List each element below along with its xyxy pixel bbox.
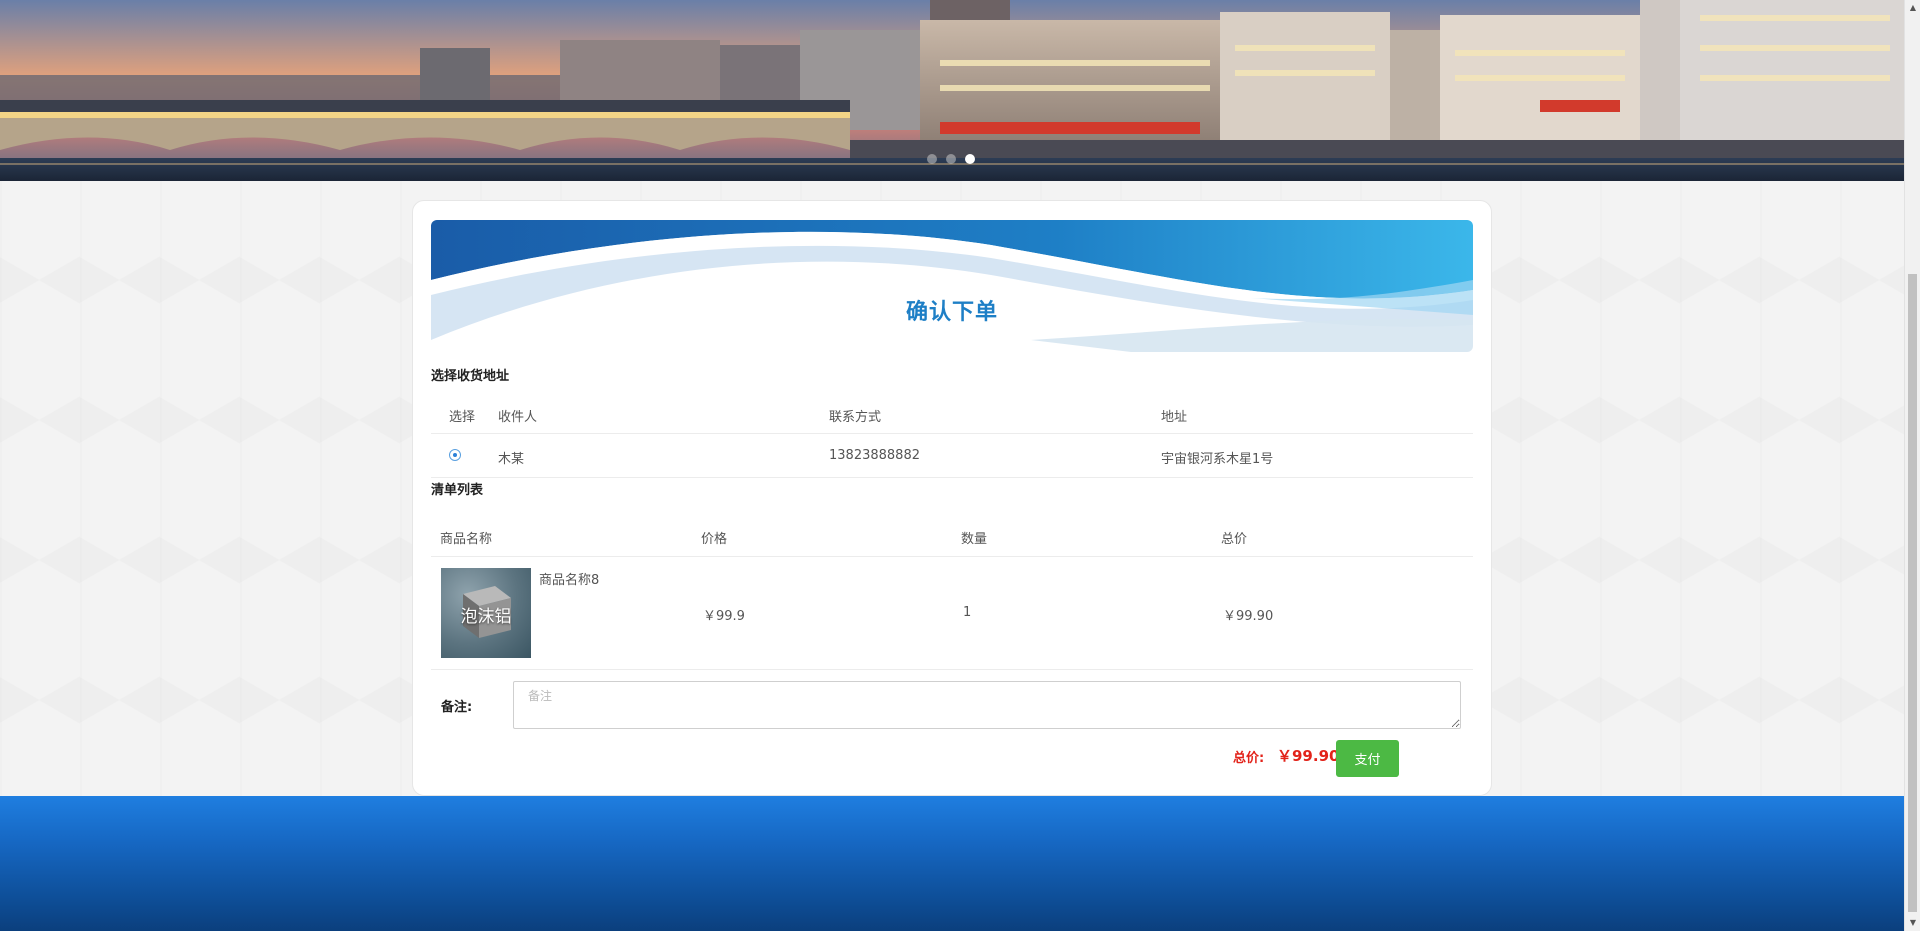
pay-button[interactable]: 支付 bbox=[1336, 740, 1399, 777]
header-price: 价格 bbox=[701, 532, 728, 547]
header-quantity: 数量 bbox=[961, 532, 988, 547]
item-row: 泡沫铝 商品名称8 ￥99.9 1 ￥99.90 bbox=[431, 557, 1473, 670]
scroll-up-arrow-icon[interactable]: ▲ bbox=[1905, 0, 1920, 16]
product-quantity: 1 bbox=[963, 605, 972, 620]
product-image[interactable]: 泡沫铝 bbox=[441, 568, 531, 658]
address-row[interactable]: 木某 13823888882 宇宙银河系木星1号 bbox=[431, 434, 1473, 478]
address-text: 宇宙银河系木星1号 bbox=[1161, 452, 1274, 467]
wave-decoration bbox=[431, 220, 1473, 352]
product-image-label: 泡沫铝 bbox=[460, 607, 512, 627]
address-table-header: 选择 收件人 联系方式 地址 bbox=[431, 391, 1473, 434]
remark-label: 备注: bbox=[441, 700, 473, 715]
address-section-title: 选择收货地址 bbox=[431, 369, 510, 384]
scrollbar-thumb[interactable] bbox=[1908, 274, 1917, 912]
order-header-banner: 确认下单 bbox=[431, 220, 1473, 352]
product-name[interactable]: 商品名称8 bbox=[539, 569, 599, 588]
remark-input[interactable] bbox=[513, 681, 1461, 729]
item-table: 商品名称 价格 数量 总价 泡沫铝 商品名称8 ￥99.9 1 ￥99.90 bbox=[431, 504, 1473, 670]
carousel-dot-active[interactable] bbox=[965, 154, 975, 164]
header-total: 总价 bbox=[1221, 532, 1248, 547]
footer bbox=[0, 796, 1904, 931]
list-section-title: 清单列表 bbox=[431, 483, 484, 498]
product-total: ￥99.90 bbox=[1223, 609, 1274, 624]
address-radio[interactable] bbox=[449, 449, 461, 461]
address-recipient: 木某 bbox=[498, 452, 525, 467]
hero-banner bbox=[0, 0, 1904, 181]
header-address: 地址 bbox=[1161, 410, 1188, 425]
total-label: 总价: bbox=[1233, 751, 1265, 766]
page-title: 确认下单 bbox=[905, 300, 998, 325]
header-recipient: 收件人 bbox=[498, 410, 538, 425]
scroll-down-arrow-icon[interactable]: ▼ bbox=[1905, 915, 1920, 931]
product-price: ￥99.9 bbox=[703, 609, 745, 624]
header-contact: 联系方式 bbox=[829, 410, 882, 425]
total-value: ￥99.90 bbox=[1277, 747, 1340, 765]
carousel-dot[interactable] bbox=[927, 154, 937, 164]
address-contact: 13823888882 bbox=[829, 448, 920, 463]
carousel-dots bbox=[927, 154, 975, 164]
carousel-dot[interactable] bbox=[946, 154, 956, 164]
page: 确认下单 选择收货地址 选择 收件人 联系方式 地址 木某 1382388888… bbox=[0, 0, 1904, 931]
address-table: 选择 收件人 联系方式 地址 木某 13823888882 宇宙银河系木星1号 bbox=[431, 391, 1473, 478]
order-card: 确认下单 选择收货地址 选择 收件人 联系方式 地址 木某 1382388888… bbox=[412, 200, 1492, 796]
header-name: 商品名称 bbox=[440, 532, 493, 547]
header-select: 选择 bbox=[449, 410, 476, 425]
page-scrollbar[interactable]: ▲ ▼ bbox=[1904, 0, 1920, 931]
item-table-header: 商品名称 价格 数量 总价 bbox=[431, 504, 1473, 557]
